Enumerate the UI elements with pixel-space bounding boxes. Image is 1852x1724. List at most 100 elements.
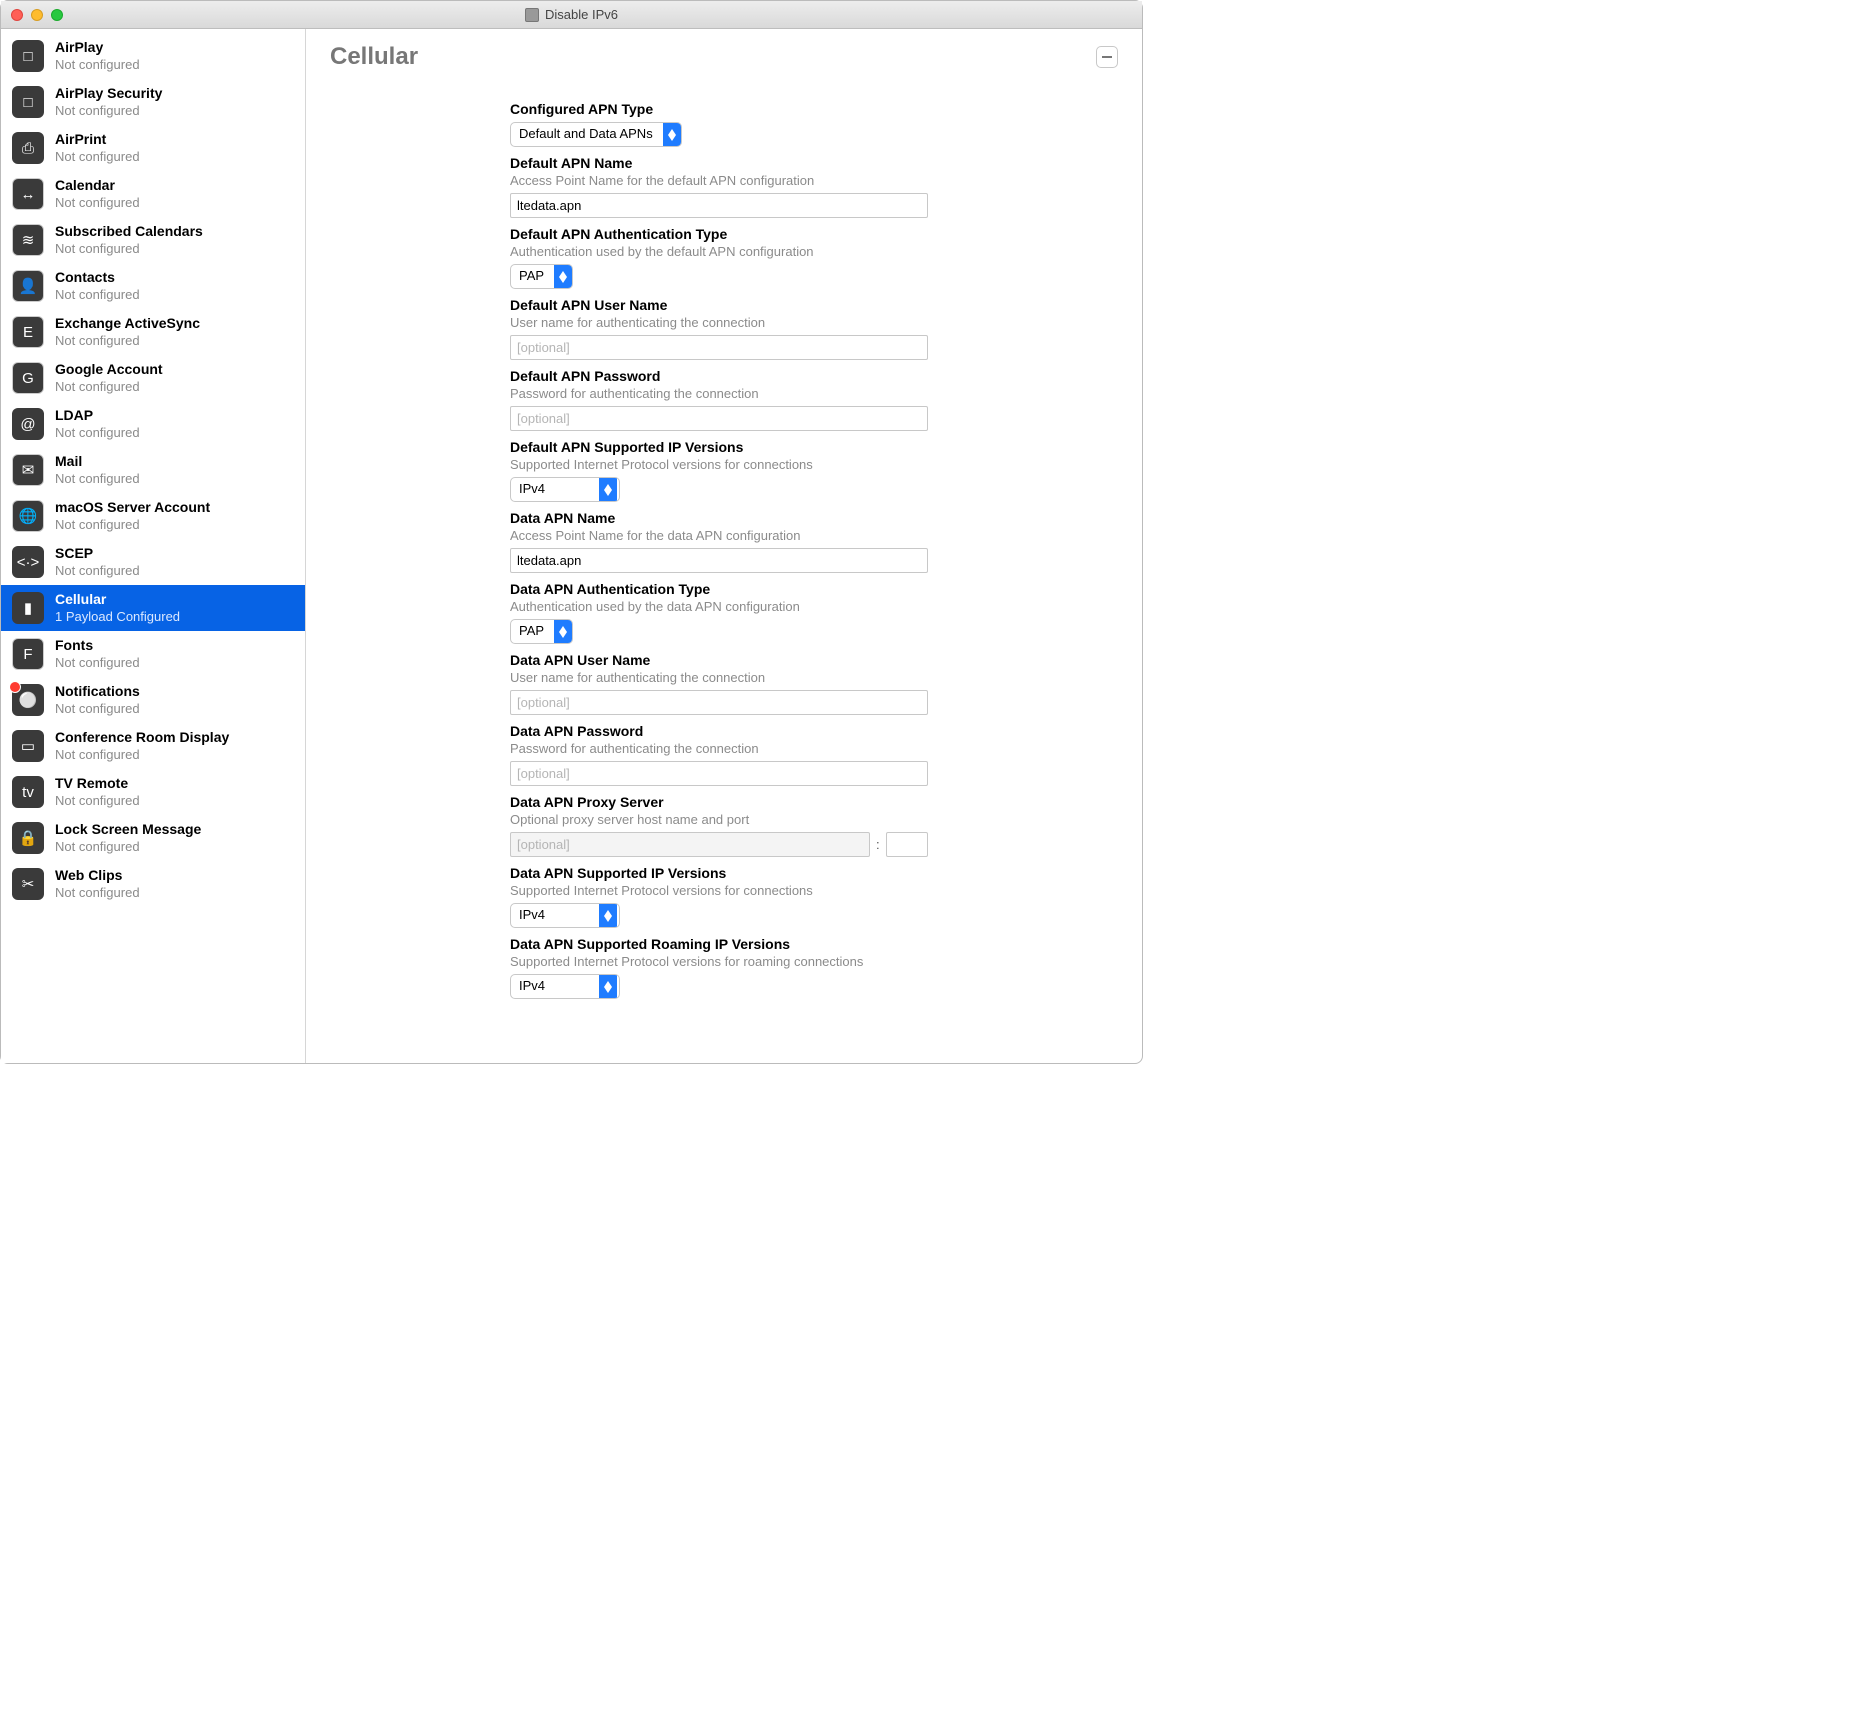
sidebar-item-title: Exchange ActiveSync [55,315,200,333]
page-title: Cellular [330,43,418,71]
window-title-text: Disable IPv6 [545,7,618,22]
label-default-auth: Default APN Authentication Type [510,226,950,242]
sidebar-item-title: AirPlay Security [55,85,162,103]
sidebar-item-title: Notifications [55,683,140,701]
sidebar-item-web-clips[interactable]: ✂Web ClipsNot configured [1,861,305,907]
select-default-ipver-value: IPv4 [511,478,599,501]
sidebar-item-title: Conference Room Display [55,729,229,747]
sidebar-item-tv-remote[interactable]: tvTV RemoteNot configured [1,769,305,815]
select-data-auth[interactable]: PAP [510,619,573,644]
sidebar-item-ldap[interactable]: @ LDAPNot configured [1,401,305,447]
sidebar-item-google[interactable]: GGoogle AccountNot configured [1,355,305,401]
sidebar-item-airprint[interactable]: ⎙AirPrintNot configured [1,125,305,171]
calendar-icon: ↔ [11,177,45,211]
sidebar-item-macos-server[interactable]: 🌐macOS Server AccountNot configured [1,493,305,539]
input-data-proxy-host[interactable] [510,832,870,857]
input-data-apn-name[interactable] [510,548,928,573]
desc-data-proxy: Optional proxy server host name and port [510,812,950,827]
input-default-user[interactable] [510,335,928,360]
select-default-auth-value: PAP [511,265,554,288]
sidebar-item-subscribed-calendars[interactable]: ≋ Subscribed CalendarsNot configured [1,217,305,263]
window-titlebar: Disable IPv6 [1,1,1142,29]
sidebar-item-conf-room[interactable]: ▭Conference Room DisplayNot configured [1,723,305,769]
sidebar-item-sub: Not configured [55,885,140,901]
remove-payload-button[interactable] [1096,46,1118,68]
sidebar-item-scep[interactable]: <·>SCEPNot configured [1,539,305,585]
sidebar-item-title: AirPrint [55,131,140,149]
select-default-ipver[interactable]: IPv4 [510,477,620,502]
tv-remote-icon: tv [11,775,45,809]
desc-default-pass: Password for authenticating the connecti… [510,386,950,401]
contacts-icon: 👤 [11,269,45,303]
input-data-user[interactable] [510,690,928,715]
sidebar-item-sub: Not configured [55,747,229,763]
label-data-pass: Data APN Password [510,723,950,739]
sidebar-item-fonts[interactable]: F FontsNot configured [1,631,305,677]
notifications-icon: ⚪ [11,683,45,717]
sidebar-item-calendar[interactable]: ↔ CalendarNot configured [1,171,305,217]
desc-default-user: User name for authenticating the connect… [510,315,950,330]
label-data-ipver: Data APN Supported IP Versions [510,865,950,881]
sidebar-item-sub: Not configured [55,379,163,395]
sidebar-item-sub: Not configured [55,103,162,119]
sidebar-item-contacts[interactable]: 👤ContactsNot configured [1,263,305,309]
window-title: Disable IPv6 [1,7,1142,22]
sidebar-item-title: SCEP [55,545,140,563]
select-data-roam-ipver-value: IPv4 [511,975,599,998]
minus-icon [1101,51,1113,63]
sidebar-item-notifications[interactable]: ⚪NotificationsNot configured [1,677,305,723]
desc-data-user: User name for authenticating the connect… [510,670,950,685]
sidebar-item-exchange[interactable]: EExchange ActiveSyncNot configured [1,309,305,355]
sidebar-item-sub: Not configured [55,655,140,671]
sidebar-item-sub: Not configured [55,195,140,211]
airprint-icon: ⎙ [11,131,45,165]
fonts-icon: F [11,637,45,671]
sidebar-item-sub: Not configured [55,57,140,73]
sidebar-item-lock-screen[interactable]: 🔒Lock Screen MessageNot configured [1,815,305,861]
lock-screen-icon: 🔒 [11,821,45,855]
subscribed-calendars-icon: ≋ [11,223,45,257]
sidebar-item-title: AirPlay [55,39,140,57]
sidebar-item-title: Subscribed Calendars [55,223,203,241]
label-default-ipver: Default APN Supported IP Versions [510,439,950,455]
desc-data-ipver: Supported Internet Protocol versions for… [510,883,950,898]
payload-sidebar[interactable]: □AirPlayNot configured□AirPlay SecurityN… [1,29,306,1063]
desc-default-apn-name: Access Point Name for the default APN co… [510,173,950,188]
sidebar-item-airplay-security[interactable]: □AirPlay SecurityNot configured [1,79,305,125]
chevron-updown-icon [599,478,617,501]
chevron-updown-icon [554,620,572,643]
input-default-pass[interactable] [510,406,928,431]
select-default-auth[interactable]: PAP [510,264,573,289]
label-default-user: Default APN User Name [510,297,950,313]
field-data-auth: Data APN Authentication Type Authenticat… [510,581,950,644]
field-data-ipver: Data APN Supported IP Versions Supported… [510,865,950,928]
web-clips-icon: ✂ [11,867,45,901]
field-data-apn-name: Data APN Name Access Point Name for the … [510,510,950,573]
input-default-apn-name[interactable] [510,193,928,218]
chevron-updown-icon [663,123,681,146]
select-data-auth-value: PAP [511,620,554,643]
field-data-proxy: Data APN Proxy Server Optional proxy ser… [510,794,950,857]
sidebar-item-cellular[interactable]: ▮Cellular1 Payload Configured [1,585,305,631]
select-apn-type[interactable]: Default and Data APNs [510,122,682,147]
select-data-ipver-value: IPv4 [511,904,599,927]
input-data-proxy-port[interactable] [886,832,928,857]
sidebar-item-title: Calendar [55,177,140,195]
desc-data-apn-name: Access Point Name for the data APN confi… [510,528,950,543]
sidebar-item-sub: Not configured [55,563,140,579]
field-default-pass: Default APN Password Password for authen… [510,368,950,431]
select-data-ipver[interactable]: IPv4 [510,903,620,928]
sidebar-item-sub: Not configured [55,241,203,257]
sidebar-item-title: LDAP [55,407,140,425]
sidebar-item-sub: Not configured [55,425,140,441]
sidebar-item-title: Fonts [55,637,140,655]
ldap-icon: @ [11,407,45,441]
desc-data-roam-ipver: Supported Internet Protocol versions for… [510,954,950,969]
input-data-pass[interactable] [510,761,928,786]
label-data-apn-name: Data APN Name [510,510,950,526]
label-default-pass: Default APN Password [510,368,950,384]
sidebar-item-mail[interactable]: ✉︎MailNot configured [1,447,305,493]
macos-server-icon: 🌐 [11,499,45,533]
select-data-roam-ipver[interactable]: IPv4 [510,974,620,999]
sidebar-item-airplay[interactable]: □AirPlayNot configured [1,33,305,79]
